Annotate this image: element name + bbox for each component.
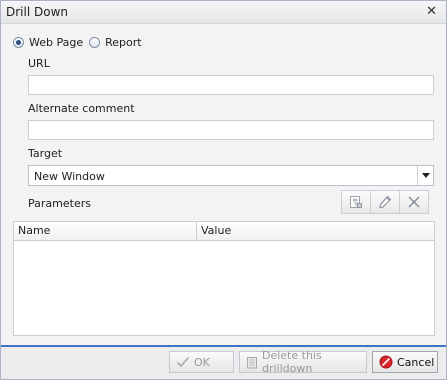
web-page-label[interactable]: Web Page: [29, 36, 83, 49]
target-select[interactable]: New Window: [28, 165, 434, 186]
column-header-value[interactable]: Value: [197, 222, 434, 240]
close-icon[interactable]: ✕: [426, 4, 437, 19]
cancel-button-label: Cancel: [397, 355, 435, 369]
target-label: Target: [28, 147, 63, 160]
delete-drilldown-icon: [247, 356, 257, 368]
parameters-label: Parameters: [28, 197, 91, 210]
column-header-name[interactable]: Name: [14, 222, 197, 240]
no-entry-icon: [379, 355, 393, 369]
url-label: URL: [28, 57, 50, 70]
link-type-group: Web Page Report: [13, 34, 148, 50]
title-bar: Drill Down ✕: [1, 1, 446, 24]
url-input[interactable]: [28, 75, 434, 95]
add-parameter-button[interactable]: [341, 190, 371, 214]
alternate-comment-input[interactable]: [28, 120, 434, 140]
dialog-title: Drill Down: [6, 5, 68, 19]
edit-parameter-button[interactable]: [370, 190, 400, 214]
cancel-button[interactable]: Cancel: [372, 351, 438, 373]
delete-parameter-button[interactable]: [399, 190, 429, 214]
drill-down-dialog: Drill Down ✕ Web Page Report URL Alterna…: [0, 0, 447, 380]
checkmark-icon: [176, 356, 190, 368]
alternate-comment-label: Alternate comment: [28, 102, 135, 115]
target-dropdown-button[interactable]: [417, 166, 433, 185]
x-icon: [408, 196, 420, 208]
table-header: Name Value: [14, 222, 434, 241]
dialog-footer: OK Delete this drilldown Cancel: [1, 347, 446, 379]
parameters-table[interactable]: Name Value: [13, 221, 435, 336]
pencil-icon: [379, 195, 392, 209]
delete-drilldown-button[interactable]: Delete this drilldown: [239, 349, 367, 375]
delete-drilldown-label: Delete this drilldown: [262, 349, 322, 375]
target-selected-value: New Window: [34, 170, 105, 183]
add-parameter-icon: [350, 196, 362, 208]
parameter-toolbar: [341, 190, 429, 214]
ok-button[interactable]: OK: [169, 351, 234, 373]
web-page-radio[interactable]: [13, 36, 24, 48]
ok-button-label: OK: [194, 355, 210, 369]
chevron-down-icon: [421, 173, 430, 178]
report-label[interactable]: Report: [105, 36, 141, 49]
report-radio[interactable]: [89, 36, 101, 48]
